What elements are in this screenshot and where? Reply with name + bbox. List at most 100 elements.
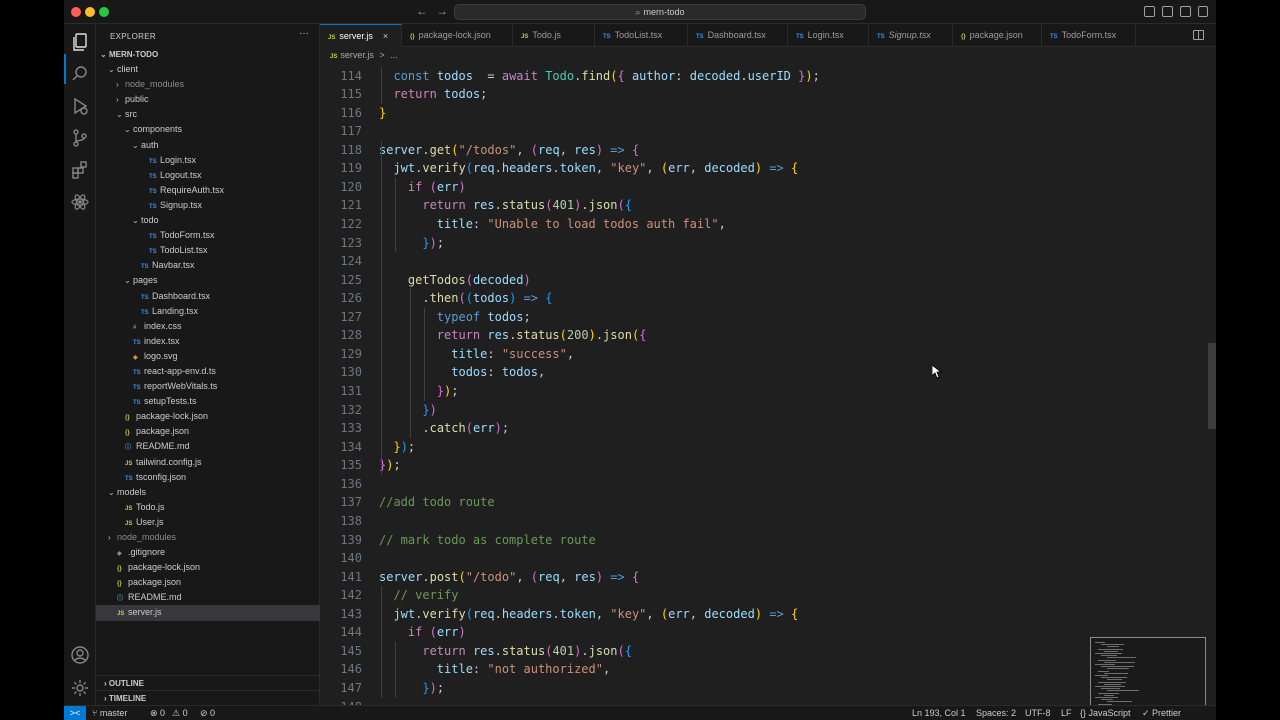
code-text: todos: todos,	[362, 363, 545, 382]
editor-scrollbar[interactable]	[1208, 343, 1216, 429]
explorer-icon[interactable]	[70, 32, 90, 52]
more-actions-button[interactable]: ···	[299, 28, 309, 39]
tree-file[interactable]: TS reportWebVitals.ts	[96, 379, 320, 394]
tree-file[interactable]: TS setupTests.ts	[96, 394, 320, 409]
customize-layout-icon[interactable]	[1198, 6, 1208, 17]
search-icon[interactable]	[70, 64, 90, 84]
tree-file[interactable]: TS TodoForm.tsx	[96, 228, 320, 243]
line-number: 132	[340, 402, 362, 417]
run-debug-icon[interactable]	[70, 96, 90, 116]
indentation-setting[interactable]: Spaces: 2	[976, 706, 1016, 720]
tree-file[interactable]: ◆ .gitignore	[96, 545, 320, 560]
chevron-down-icon: ⌄	[116, 110, 123, 120]
editor-tab[interactable]: TS TodoForm.tsx	[1042, 24, 1136, 47]
close-window-button[interactable]	[71, 7, 81, 17]
tree-file[interactable]: {} package-lock.json	[96, 409, 320, 424]
tree-folder[interactable]: ⌄ components	[96, 122, 320, 137]
editor-tab[interactable]: {} package.json	[953, 24, 1042, 47]
tree-file[interactable]: JS tailwind.config.js	[96, 455, 320, 470]
tree-folder[interactable]: › node_modules	[96, 530, 320, 545]
workspace-root-folder[interactable]: ⌄ MERN-TODO	[96, 47, 320, 62]
tree-file[interactable]: ◈ logo.svg	[96, 349, 320, 364]
code-text: title: "success",	[362, 345, 574, 364]
code-token: )	[523, 272, 531, 287]
account-icon[interactable]	[70, 645, 90, 665]
code-token: token	[559, 606, 596, 621]
code-token: decoded	[472, 272, 524, 287]
tree-file[interactable]: ⓘ README.md	[96, 439, 320, 454]
tree-folder[interactable]: ⌄ models	[96, 485, 320, 500]
toggle-secondary-sidebar-icon[interactable]	[1180, 6, 1191, 17]
tree-file[interactable]: ⓘ README.md	[96, 590, 320, 605]
branch-indicator[interactable]: ⑂ master	[92, 706, 127, 720]
tree-file[interactable]: TS TodoList.tsx	[96, 243, 320, 258]
minimize-window-button[interactable]	[85, 7, 95, 17]
tree-folder[interactable]: ⌄ client	[96, 62, 320, 77]
toggle-primary-sidebar-icon[interactable]	[1144, 6, 1155, 17]
chevron-down-icon: ⌄	[124, 125, 131, 135]
tree-file[interactable]: TS Logout.tsx	[96, 168, 320, 183]
encoding-setting[interactable]: UTF-8	[1025, 706, 1051, 720]
eol-setting[interactable]: LF	[1061, 706, 1072, 720]
warnings-count[interactable]: ⚠ 0	[172, 706, 188, 720]
code-editor[interactable]: 114 const todos = await Todo.find({ auth…	[320, 63, 1216, 705]
tree-file[interactable]: {} package.json	[96, 575, 320, 590]
tree-file[interactable]: {} package.json	[96, 424, 320, 439]
editor-tab[interactable]: JS Todo.js	[513, 24, 595, 47]
editor-tab[interactable]: TS Login.tsx	[788, 24, 869, 47]
cursor-position[interactable]: Ln 193, Col 1	[912, 706, 966, 720]
tree-folder[interactable]: ⌄ pages	[96, 273, 320, 288]
tree-file[interactable]: TS Landing.tsx	[96, 304, 320, 319]
timeline-section-header[interactable]: › TIMELINE	[96, 690, 320, 705]
editor-tab[interactable]: {} package-lock.json	[402, 24, 513, 47]
tree-file[interactable]: TS index.tsx	[96, 334, 320, 349]
minimap[interactable]	[1090, 637, 1206, 709]
back-arrow-icon[interactable]: ←	[416, 4, 428, 18]
source-control-icon[interactable]	[70, 128, 90, 148]
editor-tab[interactable]: TS TodoList.tsx	[595, 24, 688, 47]
line-number: 130	[340, 365, 362, 380]
outline-section-header[interactable]: › OUTLINE	[96, 675, 320, 690]
breadcrumb-symbol[interactable]: ...	[390, 50, 398, 60]
minimap-line	[1095, 675, 1108, 676]
breadcrumb-file[interactable]: server.js	[340, 50, 374, 60]
forward-arrow-icon[interactable]: →	[436, 4, 448, 18]
tree-file[interactable]: TS Login.tsx	[96, 153, 320, 168]
tree-file[interactable]: TS Dashboard.tsx	[96, 289, 320, 304]
language-mode[interactable]: {} JavaScript	[1080, 706, 1131, 720]
extensions-icon[interactable]	[70, 160, 90, 180]
editor-tab[interactable]: TS Signup.tsx	[869, 24, 953, 47]
tree-file[interactable]: JS User.js	[96, 515, 320, 530]
tree-file[interactable]: JS Todo.js	[96, 500, 320, 515]
tree-file[interactable]: TS RequireAuth.tsx	[96, 183, 320, 198]
line-number: 142	[340, 588, 362, 603]
prettier-status[interactable]: ✓ Prettier	[1142, 706, 1181, 720]
minimap-line	[1095, 653, 1122, 654]
toggle-panel-icon[interactable]	[1162, 6, 1173, 17]
tree-file[interactable]: TS Navbar.tsx	[96, 258, 320, 273]
tree-file[interactable]: TS Signup.tsx	[96, 198, 320, 213]
ports-count[interactable]: ⊘ 0	[200, 706, 215, 720]
settings-gear-icon[interactable]	[70, 678, 90, 698]
tree-file[interactable]: {} package-lock.json	[96, 560, 320, 575]
errors-count[interactable]: ⊗ 0	[150, 706, 165, 720]
maximize-window-button[interactable]	[99, 7, 109, 17]
code-token: (	[429, 625, 437, 640]
editor-tab[interactable]: TS Dashboard.tsx	[688, 24, 788, 47]
tree-folder[interactable]: ⌄ todo	[96, 213, 320, 228]
tree-file[interactable]: # index.css	[96, 319, 320, 334]
tree-folder[interactable]: › public	[96, 92, 320, 107]
tree-file[interactable]: TS react-app-env.d.ts	[96, 364, 320, 379]
tree-folder[interactable]: ⌄ src	[96, 107, 320, 122]
react-icon[interactable]	[70, 192, 90, 212]
tree-folder[interactable]: › node_modules	[96, 77, 320, 92]
editor-tab[interactable]: JS server.js ×	[320, 24, 402, 47]
tree-folder[interactable]: ⌄ auth	[96, 138, 320, 153]
remote-indicator[interactable]: ><	[64, 706, 86, 720]
tree-file[interactable]: JS server.js	[96, 605, 320, 621]
split-editor-icon[interactable]	[1193, 30, 1204, 40]
command-center-search[interactable]: ⌕ mern-todo	[454, 4, 866, 20]
tree-file[interactable]: TS tsconfig.json	[96, 470, 320, 485]
close-tab-icon[interactable]: ×	[383, 31, 388, 41]
